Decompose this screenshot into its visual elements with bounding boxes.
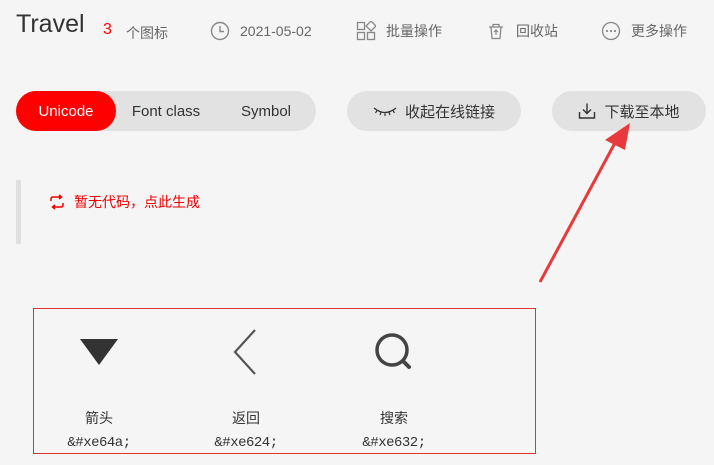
clock-icon	[210, 21, 230, 41]
icon-item[interactable]: 箭头 &#xe64a;	[34, 309, 164, 455]
batch-ops-button[interactable]: 批量操作	[356, 18, 442, 44]
collapse-link-button[interactable]: 收起在线链接	[347, 91, 521, 131]
tab-symbol[interactable]: Symbol	[216, 91, 316, 131]
tab-unicode[interactable]: Unicode	[16, 91, 116, 131]
download-button[interactable]: 下载至本地	[552, 91, 706, 131]
collapse-link-label: 收起在线链接	[404, 103, 495, 121]
icon-count-label: 个图标	[126, 25, 168, 41]
code-panel: 暂无代码，点此生成	[16, 180, 696, 244]
project-title: Travel	[16, 10, 85, 38]
generate-code-label: 暂无代码，点此生成	[74, 194, 200, 210]
triangle-down-icon	[80, 339, 118, 365]
icon-code: &#xe632;	[362, 435, 426, 451]
download-icon	[579, 103, 596, 119]
batch-ops-label: 批量操作	[386, 23, 442, 39]
more-icon	[601, 21, 621, 41]
search-icon	[375, 333, 411, 369]
refresh-icon	[50, 194, 64, 210]
project-header: Travel 3 个图标 2021-05-02 批量操作 回收站 更多操作	[0, 0, 714, 64]
icon-code: &#xe64a;	[67, 435, 131, 451]
icon-name: 返回	[232, 410, 260, 426]
recycle-bin-label: 回收站	[516, 23, 558, 39]
eye-closed-icon	[373, 107, 397, 116]
date-info: 2021-05-02	[210, 18, 312, 44]
icon-item[interactable]: 搜索 &#xe632;	[329, 309, 459, 455]
chevron-left-icon	[233, 329, 256, 375]
icon-name: 搜索	[380, 410, 408, 426]
more-ops-label: 更多操作	[631, 23, 687, 39]
date-text: 2021-05-02	[240, 23, 312, 39]
code-type-tabs: Unicode Font class Symbol	[16, 91, 316, 131]
icon-count: 3	[103, 21, 112, 38]
generate-code-link[interactable]: 暂无代码，点此生成	[48, 192, 200, 212]
icon-code: &#xe624;	[214, 435, 278, 451]
trash-icon	[489, 23, 503, 40]
download-label: 下载至本地	[604, 103, 680, 121]
more-ops-button[interactable]: 更多操作	[601, 18, 687, 44]
icon-item[interactable]: 返回 &#xe624;	[181, 309, 311, 455]
grid-icon	[356, 21, 376, 41]
icon-list: 箭头 &#xe64a; 返回 &#xe624; 搜索 &#xe632;	[33, 308, 536, 454]
tab-font-class[interactable]: Font class	[116, 91, 216, 131]
icon-name: 箭头	[85, 410, 113, 426]
recycle-bin-button[interactable]: 回收站	[486, 18, 558, 44]
